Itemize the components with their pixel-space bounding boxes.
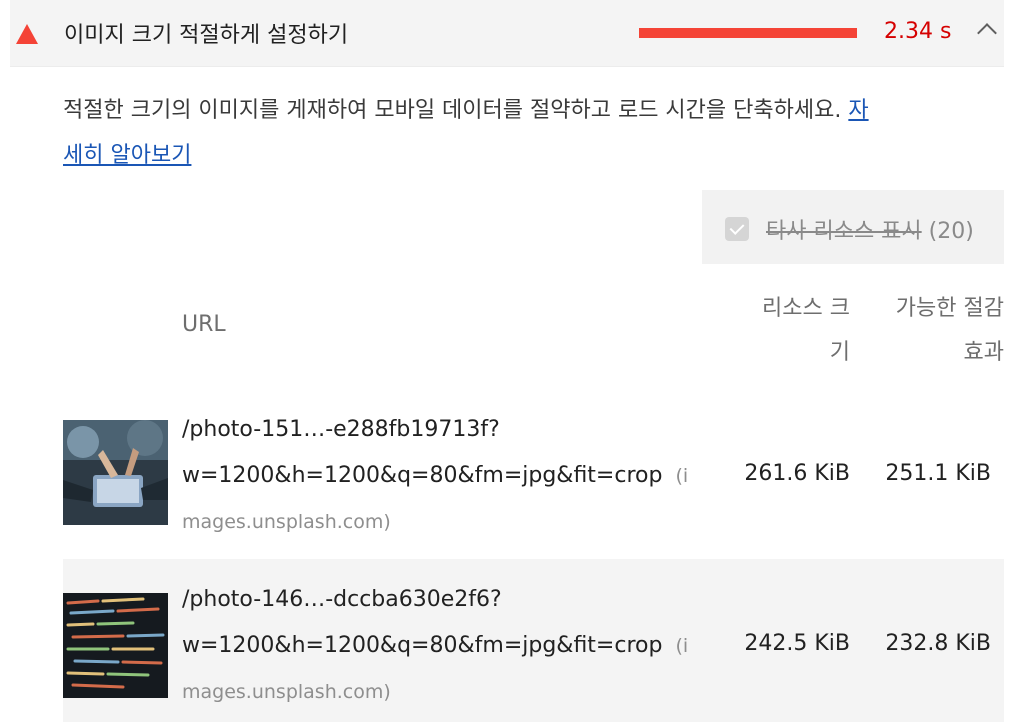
learn-more-part2[interactable]: 세히 알아보기 <box>63 143 191 168</box>
url-line2[interactable]: w=1200&h=1200&q=80&fm=jpg&fit=crop <box>182 633 662 658</box>
resource-size-value: 261.6 KiB <box>744 461 850 486</box>
savings-value: 232.8 KiB <box>885 631 991 656</box>
score-bar <box>639 28 857 38</box>
table-row[interactable]: /photo-146…-dccba630e2f6? w=1200&h=1200&… <box>63 559 1004 722</box>
savings-value: 251.1 KiB <box>885 461 991 486</box>
filter-count: (20) <box>928 219 974 244</box>
audit-header[interactable]: 이미지 크기 적절하게 설정하기 2.34 s <box>10 0 1004 67</box>
warning-triangle-icon <box>16 24 38 44</box>
url-line2[interactable]: w=1200&h=1200&q=80&fm=jpg&fit=crop <box>182 463 662 488</box>
savings-header-line1: 가능한 절감 <box>895 296 1004 321</box>
filter-label-text: 타사 리소스 표시 <box>766 219 922 244</box>
audit-panel: 이미지 크기 적절하게 설정하기 2.34 s 적절한 크기의 이미지를 게재하… <box>0 0 1018 722</box>
third-party-filter[interactable]: 타사 리소스 표시 (20) <box>702 190 1004 264</box>
url-origin-head: (i <box>675 635 689 657</box>
resource-url[interactable]: /photo-146…-dccba630e2f6? w=1200&h=1200&… <box>182 577 702 715</box>
third-party-label[interactable]: 타사 리소스 표시 (20) <box>766 213 974 245</box>
resource-size-header-line2: 기 <box>829 340 850 365</box>
third-party-checkbox[interactable] <box>725 217 749 241</box>
resource-size-header-line1: 리소스 크 <box>762 296 850 321</box>
audit-title: 이미지 크기 적절하게 설정하기 <box>64 23 349 48</box>
column-header-savings: 가능한 절감 효과 <box>874 287 1004 375</box>
score-value: 2.34 s <box>884 19 952 44</box>
savings-header-line2: 효과 <box>963 340 1004 365</box>
chevron-up-icon[interactable] <box>977 23 997 43</box>
audit-description: 적절한 크기의 이미지를 게재하여 모바일 데이터를 절약하고 로드 시간을 단… <box>63 88 983 178</box>
resource-url[interactable]: /photo-151…-e288fb19713f? w=1200&h=1200&… <box>182 407 702 545</box>
resource-size-value: 242.5 KiB <box>744 631 850 656</box>
description-text: 적절한 크기의 이미지를 게재하여 모바일 데이터를 절약하고 로드 시간을 단… <box>63 98 842 123</box>
url-line1[interactable]: /photo-151…-e288fb19713f? <box>182 417 500 442</box>
column-header-url: URL <box>182 312 226 337</box>
url-origin-tail: mages.unsplash.com) <box>182 511 391 533</box>
url-line1[interactable]: /photo-146…-dccba630e2f6? <box>182 587 502 612</box>
learn-more-part1[interactable]: 자 <box>848 98 868 123</box>
table-row[interactable]: /photo-151…-e288fb19713f? w=1200&h=1200&… <box>63 395 1004 558</box>
url-origin-tail: mages.unsplash.com) <box>182 681 391 703</box>
image-thumbnail <box>63 420 168 525</box>
url-origin-head: (i <box>675 465 689 487</box>
column-header-resource-size: 리소스 크 기 <box>740 287 850 375</box>
image-thumbnail <box>63 593 168 698</box>
